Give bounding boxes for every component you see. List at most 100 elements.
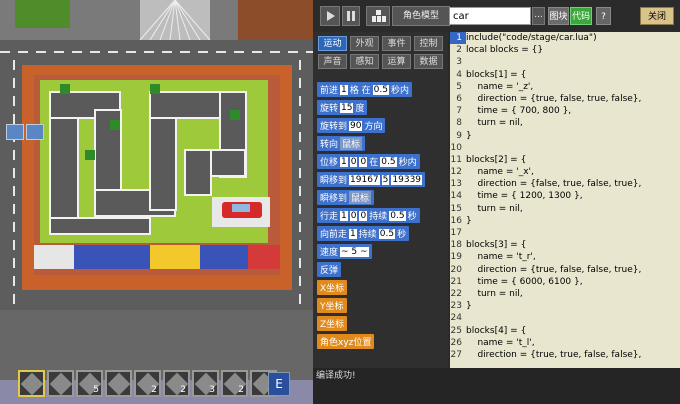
block-input[interactable]: 0 (349, 156, 358, 167)
code-line[interactable]: 25 blocks[4] = { (450, 325, 680, 337)
block-input[interactable]: 0 (349, 210, 358, 221)
code-line[interactable]: 10 (450, 142, 680, 154)
block-input[interactable]: 1 (349, 228, 357, 239)
code-line[interactable]: 18 blocks[3] = { (450, 239, 680, 251)
code-line[interactable]: 14 time = { 1200, 1300 }, (450, 190, 680, 202)
code-line[interactable]: 3 (450, 56, 680, 68)
game-viewport[interactable]: 522326 E (0, 0, 313, 404)
block-input[interactable]: 5 (381, 174, 390, 185)
hotbar-slot[interactable]: 3 (192, 370, 219, 397)
slot-count: 2 (151, 385, 157, 395)
block-input[interactable]: ~ 5 ~ (340, 246, 369, 257)
category-tab[interactable]: 运算 (382, 54, 411, 69)
block-input[interactable]: 1 (340, 156, 348, 167)
block-label: Z坐标 (320, 320, 345, 330)
code-text: blocks[3] = { (466, 240, 527, 251)
block-input[interactable]: 鼠标 (349, 191, 372, 204)
category-tab[interactable]: 事件 (382, 36, 411, 51)
block-input[interactable]: 0.5 (380, 156, 397, 167)
code-block[interactable]: 旋转 15 度 (317, 100, 368, 115)
inventory-key-button[interactable]: E (268, 372, 290, 396)
category-tab[interactable]: 外观 (350, 36, 379, 51)
code-line[interactable]: 11 blocks[2] = { (450, 154, 680, 166)
code-block[interactable]: 瞬移到 鼠标 (317, 190, 375, 205)
tab-blocks[interactable]: 图块 (548, 7, 569, 25)
code-line[interactable]: 26 name = 't_l', (450, 337, 680, 349)
block-input[interactable]: 90 (349, 120, 363, 131)
block-input[interactable]: 19167 (349, 174, 380, 185)
close-button[interactable]: 关闭 (640, 7, 674, 25)
line-number: 24 (450, 313, 462, 324)
code-line[interactable]: 1 include("code/stage/car.lua") (450, 32, 680, 45)
pause-button[interactable] (342, 6, 360, 26)
code-line[interactable]: 6 direction = {true, false, true, false}… (450, 93, 680, 105)
code-line[interactable]: 21 time = { 6000, 6100 }, (450, 276, 680, 288)
code-line[interactable]: 13 direction = {false, true, false, true… (450, 178, 680, 190)
character-model-button[interactable]: 角色模型 (392, 6, 450, 26)
help-button[interactable]: ? (596, 7, 611, 25)
search-input[interactable] (449, 7, 531, 25)
block-input[interactable]: 0.5 (372, 84, 389, 95)
code-block[interactable]: 行走 1 0 0 持续 0.5 秒 (317, 208, 420, 223)
block-input[interactable]: 1 (340, 84, 348, 95)
code-block[interactable]: 位移 1 0 0 在 0.5 秒内 (317, 154, 420, 169)
code-block[interactable]: X坐标 (317, 280, 348, 295)
block-input[interactable]: 19339 (391, 174, 423, 185)
more-button[interactable]: ... (532, 7, 545, 25)
code-line[interactable]: 23} (450, 300, 680, 312)
block-input[interactable]: 鼠标 (340, 137, 363, 150)
code-line[interactable]: 8 turn = nil, (450, 117, 680, 129)
scene-tool-button[interactable] (26, 124, 44, 140)
block-input[interactable]: 0.5 (389, 210, 406, 221)
code-block[interactable]: 旋转到 90 方向 (317, 118, 386, 133)
code-block[interactable]: Z坐标 (317, 316, 348, 331)
code-line[interactable]: 4 blocks[1] = { (450, 69, 680, 81)
category-tab[interactable]: 声音 (318, 54, 347, 69)
code-block[interactable]: 转向 鼠标 (317, 136, 366, 151)
code-line[interactable]: 27 direction = {true, true, false, false… (450, 349, 680, 361)
hotbar-slot[interactable] (18, 370, 45, 397)
code-area[interactable]: 1 include("code/stage/car.lua") 2 local blo… (450, 32, 680, 368)
code-line[interactable]: 2 local blocks = {} (450, 44, 680, 56)
code-block[interactable]: Y坐标 (317, 298, 347, 313)
character-icon-button[interactable] (366, 6, 390, 26)
hotbar-slot[interactable]: 2 (134, 370, 161, 397)
code-block[interactable]: 瞬移到 19167 5 19339 (317, 172, 426, 187)
code-line[interactable]: 19 name = 't_r', (450, 251, 680, 263)
block-input[interactable]: 0.5 (378, 228, 396, 239)
code-editor-panel: 角色模型 ... 图块 代码 ? 关闭 运动外观事件控制声音感知运算数据 前进1… (313, 0, 680, 404)
code-line[interactable]: 20 direction = {true, false, false, true… (450, 264, 680, 276)
hotbar-slot[interactable] (47, 370, 74, 397)
tab-code[interactable]: 代码 (570, 7, 592, 25)
code-line[interactable]: 24 (450, 312, 680, 324)
code-line[interactable]: 17 (450, 227, 680, 239)
code-block[interactable]: 前进 1 格 在 0.5 秒内 (317, 82, 412, 97)
code-line[interactable]: 12 name = '_x', (450, 166, 680, 178)
hotbar-slot[interactable] (105, 370, 132, 397)
code-line[interactable]: 5 name = '_z', (450, 81, 680, 93)
code-line[interactable]: 16} (450, 215, 680, 227)
play-button[interactable] (320, 6, 340, 26)
code-block[interactable]: 角色xyz位置 (317, 334, 375, 349)
category-tab[interactable]: 数据 (414, 54, 443, 69)
block-input[interactable]: 15 (340, 102, 354, 113)
code-block[interactable]: 向前走 1 持续 0.5 秒 (317, 226, 410, 241)
block-list: 前进 1 格 在 0.5 秒内 旋转 15 度旋转到 90 方向 转向 鼠标位移 1 0 0 在 0.5 秒内 瞬移… (317, 82, 447, 352)
category-tab[interactable]: 感知 (350, 54, 379, 69)
category-tab[interactable]: 控制 (414, 36, 443, 51)
block-input[interactable]: 0 (359, 210, 368, 221)
code-line[interactable]: 9} (450, 130, 680, 142)
block-input[interactable]: 1 (340, 210, 348, 221)
code-block[interactable]: 反弹 (317, 262, 342, 277)
code-block[interactable]: 速度 ~ 5 ~ (317, 244, 372, 259)
code-line[interactable]: 15 turn = nil, (450, 203, 680, 215)
block-input[interactable]: 0 (359, 156, 368, 167)
scene-tool-button[interactable] (6, 124, 24, 140)
category-tab[interactable]: 运动 (318, 36, 347, 51)
hotbar-slot[interactable]: 2 (221, 370, 248, 397)
line-number: 13 (450, 179, 462, 190)
code-line[interactable]: 22 turn = nil, (450, 288, 680, 300)
code-line[interactable]: 7 time = { 700, 800 }, (450, 105, 680, 117)
hotbar-slot[interactable]: 2 (163, 370, 190, 397)
hotbar-slot[interactable]: 5 (76, 370, 103, 397)
